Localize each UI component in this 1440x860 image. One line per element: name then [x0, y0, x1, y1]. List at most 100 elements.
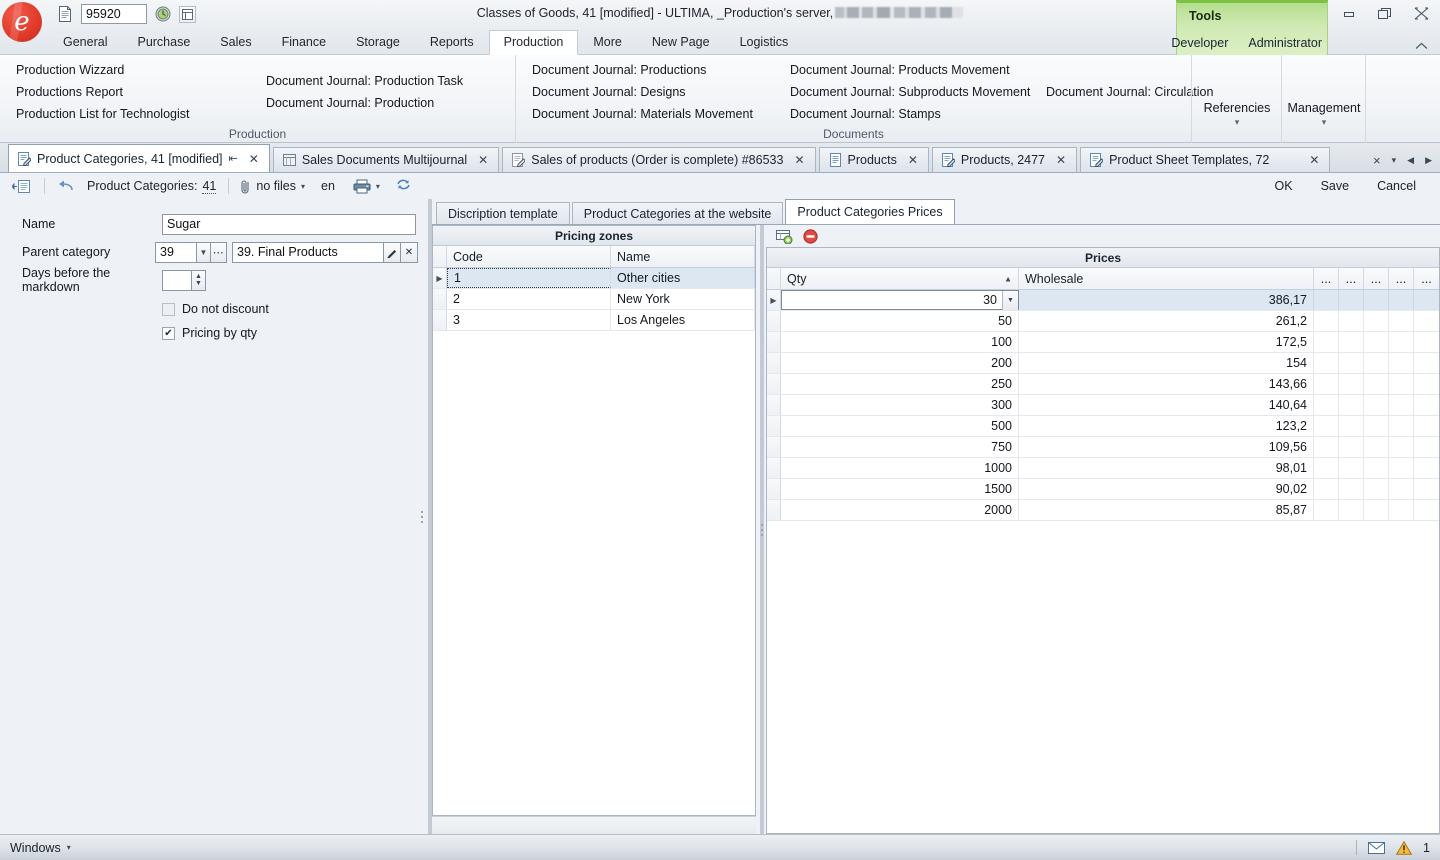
cell-wholesale[interactable]: 154 [1019, 353, 1314, 373]
cell-extra-5[interactable] [1414, 437, 1439, 457]
cell-extra-3[interactable] [1364, 479, 1389, 499]
cell-qty[interactable]: 50 [781, 311, 1019, 331]
left-panel-splitter[interactable] [418, 199, 432, 834]
column-header-extra-2[interactable]: ... [1339, 268, 1364, 289]
cell-extra-5[interactable] [1414, 395, 1439, 415]
cell-extra-3[interactable] [1364, 374, 1389, 394]
next-tab-icon[interactable]: ▶ [1425, 155, 1432, 166]
chevron-down-icon[interactable]: ▼ [197, 241, 211, 263]
column-header-wholesale[interactable]: Wholesale [1019, 268, 1314, 289]
restore-icon[interactable] [1374, 4, 1396, 22]
cell-extra-4[interactable] [1389, 458, 1414, 478]
cell-extra-2[interactable] [1339, 458, 1364, 478]
menu-item-journal-designs[interactable]: Document Journal: Designs [530, 81, 760, 103]
cell-extra-2[interactable] [1339, 437, 1364, 457]
cell-extra-3[interactable] [1364, 395, 1389, 415]
cell-extra-4[interactable] [1389, 290, 1414, 310]
table-row[interactable]: 1500 90,02 [767, 479, 1439, 500]
ribbon-tab-administrator[interactable]: Administrator [1248, 36, 1322, 50]
doc-tab-product-sheet-templates[interactable]: Product Sheet Templates, 72 ✕ [1080, 147, 1331, 172]
cell-extra-1[interactable] [1314, 332, 1339, 352]
column-header-extra-3[interactable]: ... [1364, 268, 1389, 289]
cell-extra-3[interactable] [1364, 311, 1389, 331]
table-row[interactable]: 500 123,2 [767, 416, 1439, 437]
cell-extra-2[interactable] [1339, 353, 1364, 373]
ok-button[interactable]: OK [1261, 177, 1307, 195]
days-before-markdown-stepper[interactable]: ▲ ▼ [192, 269, 206, 291]
cell-extra-5[interactable] [1414, 374, 1439, 394]
do-not-discount-checkbox[interactable] [162, 302, 175, 316]
doc-tab-sales-documents-multijournal[interactable]: Sales Documents Multijournal ✕ [272, 147, 500, 172]
cell-extra-1[interactable] [1314, 374, 1339, 394]
cell-extra-5[interactable] [1414, 500, 1439, 520]
cell-extra-4[interactable] [1389, 353, 1414, 373]
cell-qty[interactable]: 1500 [781, 479, 1019, 499]
table-row[interactable]: 1000 98,01 [767, 458, 1439, 479]
attachments-control[interactable]: no files ▾ [239, 179, 307, 194]
parent-category-browse-button[interactable]: ⋯ [211, 241, 227, 263]
warning-icon[interactable] [1396, 840, 1413, 855]
table-row[interactable]: 50 261,2 [767, 311, 1439, 332]
menu-item-journal-products-movement[interactable]: Document Journal: Products Movement [788, 59, 1016, 81]
table-row[interactable]: ▶ 1 Other cities [433, 268, 755, 289]
table-row[interactable]: 3 Los Angeles [433, 310, 755, 331]
cell-extra-1[interactable] [1314, 416, 1339, 436]
cell-extra-1[interactable] [1314, 353, 1339, 373]
column-header-qty[interactable]: Qty ▲ [781, 268, 1019, 289]
table-row[interactable]: ▶ 30 ▼ 386,17 [767, 290, 1439, 311]
cell-qty[interactable]: 250 [781, 374, 1019, 394]
cell-name[interactable]: Other cities [611, 268, 755, 288]
envelope-icon[interactable] [1368, 841, 1386, 854]
close-icon[interactable]: ✕ [789, 153, 806, 167]
menu-item-journal-production[interactable]: Document Journal: Production [264, 92, 496, 114]
table-row[interactable]: 300 140,64 [767, 395, 1439, 416]
ribbon-tab-logistics[interactable]: Logistics [725, 30, 804, 54]
cell-qty[interactable]: 200 [781, 353, 1019, 373]
cell-extra-1[interactable] [1314, 311, 1339, 331]
ribbon-tab-new-page[interactable]: New Page [637, 30, 725, 54]
ribbon-button-referencies[interactable]: Referencies ▾ [1191, 55, 1281, 143]
doc-tab-product-categories[interactable]: Product Categories, 41 [modified] ⇤ ✕ [8, 144, 270, 172]
ribbon-tab-developer[interactable]: Developer [1171, 36, 1228, 50]
tab-product-categories-prices[interactable]: Product Categories Prices [785, 199, 955, 224]
cell-wholesale[interactable]: 109,56 [1019, 437, 1314, 457]
cell-name[interactable]: Los Angeles [611, 310, 755, 330]
cell-extra-2[interactable] [1339, 500, 1364, 520]
column-header-code[interactable]: Code [447, 246, 611, 267]
pricing-by-qty-checkbox[interactable]: ✔ [162, 326, 175, 340]
cell-name[interactable]: New York [611, 289, 755, 309]
cell-extra-4[interactable] [1389, 332, 1414, 352]
table-row[interactable]: 2 New York [433, 289, 755, 310]
ribbon-tab-storage[interactable]: Storage [341, 30, 415, 54]
menu-item-journal-productions[interactable]: Document Journal: Productions [530, 59, 760, 81]
cell-wholesale[interactable]: 261,2 [1019, 311, 1314, 331]
column-header-extra-5[interactable]: ... [1414, 268, 1439, 289]
cell-extra-4[interactable] [1389, 437, 1414, 457]
table-row[interactable]: 2000 85,87 [767, 500, 1439, 521]
cell-extra-1[interactable] [1314, 458, 1339, 478]
close-icon[interactable]: ✕ [903, 153, 920, 167]
menu-item-journal-stamps[interactable]: Document Journal: Stamps [788, 103, 1016, 125]
minimize-icon[interactable] [1338, 4, 1360, 22]
cell-code[interactable]: 3 [447, 310, 611, 330]
save-button[interactable]: Save [1307, 177, 1364, 195]
cell-extra-5[interactable] [1414, 353, 1439, 373]
tab-product-categories-at-the-website[interactable]: Product Categories at the website [571, 202, 784, 224]
ribbon-button-management[interactable]: Management ▾ [1281, 55, 1365, 143]
cell-wholesale[interactable]: 90,02 [1019, 479, 1314, 499]
menu-item-productions-report[interactable]: Productions Report [14, 81, 236, 103]
back-arrow-icon[interactable] [55, 180, 75, 193]
collapse-ribbon-icon[interactable] [1415, 42, 1428, 50]
cell-extra-1[interactable] [1314, 500, 1339, 520]
cell-extra-5[interactable] [1414, 290, 1439, 310]
close-icon[interactable]: ✕ [1275, 153, 1321, 167]
table-row[interactable]: 200 154 [767, 353, 1439, 374]
cell-extra-3[interactable] [1364, 437, 1389, 457]
cell-extra-2[interactable] [1339, 416, 1364, 436]
cell-extra-4[interactable] [1389, 416, 1414, 436]
cell-code[interactable]: 2 [447, 289, 611, 309]
column-header-name[interactable]: Name [611, 246, 755, 267]
chevron-down-icon[interactable]: ▾ [376, 182, 380, 191]
checkbox-row-pricing-by-qty[interactable]: ✔ Pricing by qty [0, 321, 418, 345]
doc-tab-sales-of-products[interactable]: Sales of products (Order is complete) #8… [502, 147, 816, 172]
